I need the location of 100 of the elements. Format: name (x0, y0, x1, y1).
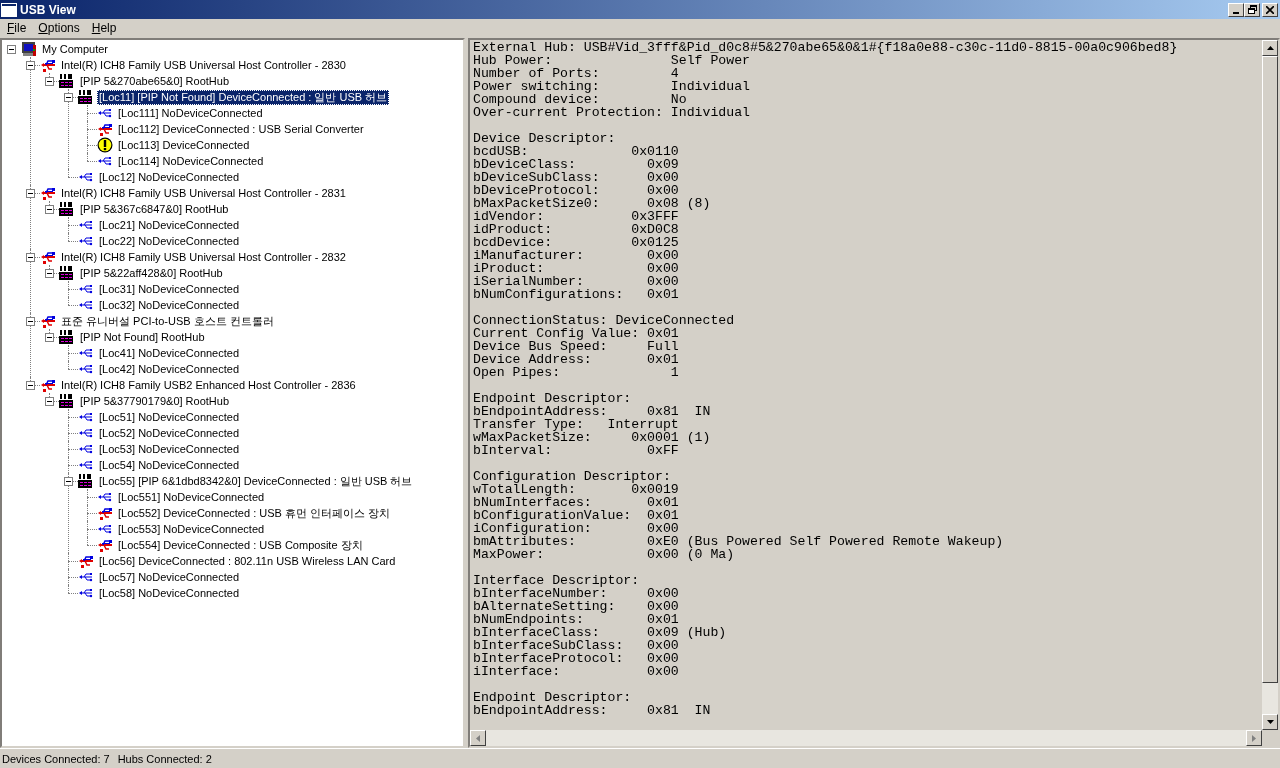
detail-line: Current Config Value: 0x01 (473, 327, 680, 340)
tree-item[interactable]: [Loc111] NoDeviceConnected (116, 105, 265, 121)
detail-line: Configuration Descriptor: (473, 470, 672, 483)
restore-button[interactable] (1244, 2, 1260, 17)
detail-line: iInterface: 0x00 (473, 665, 680, 678)
hub-icon (59, 265, 75, 281)
tree-item[interactable]: [Loc51] NoDeviceConnected (97, 409, 242, 425)
menu-item[interactable]: Options (32, 20, 86, 35)
scrollbar-thumb[interactable] (1262, 56, 1278, 683)
tree-item[interactable]: [Loc58] NoDeviceConnected (97, 585, 242, 601)
hub-icon (78, 473, 94, 489)
detail-line: bmAttributes: 0xE0 (Bus Powered Self Powered Remote Wakeup) (473, 535, 1005, 548)
up-arrow-icon (1266, 46, 1274, 50)
tree-item[interactable]: [PIP 5&270abe65&0] RootHub (78, 73, 232, 89)
collapse-toggle[interactable] (45, 204, 54, 214)
close-button[interactable] (1262, 2, 1278, 17)
detail-line: Transfer Type: Interrupt (473, 418, 680, 431)
detail-line: ConnectionStatus: DeviceConnected (473, 314, 736, 327)
detail-line: bInterfaceSubClass: 0x00 (473, 639, 680, 652)
collapse-toggle[interactable] (45, 76, 54, 86)
tree-item[interactable]: [Loc21] NoDeviceConnected (97, 217, 242, 233)
detail-line: bInterfaceNumber: 0x00 (473, 587, 680, 600)
tree-item[interactable]: [Loc113] DeviceConnected (116, 137, 252, 153)
detail-line: Open Pipes: 1 (473, 366, 680, 379)
collapse-toggle[interactable] (26, 380, 35, 390)
collapse-toggle[interactable] (26, 252, 35, 262)
detail-line: External Hub: USB#Vid_3fff&Pid_d0c8#5&270abe65&0&1#{f18a0e88-c30c-11d0-8815-00a0c906bed8} (473, 41, 1179, 54)
tree-item[interactable]: [PIP 5&367c6847&0] RootHub (78, 201, 231, 217)
tree-item[interactable]: [Loc54] NoDeviceConnected (97, 457, 242, 473)
computer-icon (21, 41, 37, 57)
usb-device-icon (78, 553, 94, 569)
usb-device-icon (40, 57, 56, 73)
detail-line: Hub Power: Self Power (473, 54, 750, 67)
detail-line: Device Bus Speed: Full (473, 340, 680, 353)
collapse-toggle[interactable] (64, 92, 73, 102)
tree-item[interactable]: Intel(R) ICH8 Family USB Universal Host Controller - 2831 (59, 185, 348, 201)
status-text: Hubs Connected: 2 (117, 752, 212, 765)
tree-item[interactable]: [Loc552] DeviceConnected : USB 휴먼 인터페이스 장치 (116, 505, 393, 521)
detail-line: bMaxPacketSize0: 0x08 (8) (473, 197, 712, 210)
tree-item[interactable]: [Loc554] DeviceConnected : USB Composite 장치 (116, 537, 365, 553)
detail-line: Device Descriptor: (473, 132, 617, 145)
collapse-toggle[interactable] (26, 60, 35, 70)
detail-line: iConfiguration: 0x00 (473, 522, 680, 535)
tree-item[interactable]: Intel(R) ICH8 Family USB Universal Host Controller - 2830 (59, 57, 348, 73)
hub-icon (59, 393, 75, 409)
menu-item[interactable]: Help (85, 20, 123, 35)
restore-icon (1247, 5, 1257, 14)
tree-item[interactable]: [Loc57] NoDeviceConnected (97, 569, 242, 585)
tree-item[interactable]: [Loc42] NoDeviceConnected (97, 361, 242, 377)
tree-item[interactable]: [PIP 5&22aff428&0] RootHub (78, 265, 225, 281)
usb-device-icon (97, 121, 113, 137)
detail-line: bInterval: 0xFF (473, 444, 680, 457)
collapse-toggle[interactable] (45, 268, 54, 278)
tree-item[interactable]: [Loc551] NoDeviceConnected (116, 489, 267, 505)
collapse-toggle[interactable] (7, 44, 16, 54)
tree-item[interactable]: [Loc12] NoDeviceConnected (97, 169, 242, 185)
tree-item[interactable]: [Loc22] NoDeviceConnected (97, 233, 242, 249)
tree-item[interactable]: [Loc41] NoDeviceConnected (97, 345, 242, 361)
warning-icon (97, 137, 113, 153)
tree-item[interactable]: Intel(R) ICH8 Family USB2 Enhanced Host Controller - 2836 (59, 377, 358, 393)
tree-item[interactable]: [Loc53] NoDeviceConnected (97, 441, 242, 457)
tree-item[interactable]: [Loc52] NoDeviceConnected (97, 425, 242, 441)
tree-item[interactable]: Intel(R) ICH8 Family USB Universal Host Controller - 2832 (59, 249, 348, 265)
collapse-toggle[interactable] (45, 396, 54, 406)
detail-line: bConfigurationValue: 0x01 (473, 509, 680, 522)
detail-line: bDeviceSubClass: 0x00 (473, 171, 680, 184)
detail-line: Endpoint Descriptor: (473, 691, 633, 704)
tree-item[interactable]: My Computer (40, 41, 111, 57)
scroll-up-button[interactable] (1262, 40, 1278, 56)
tree-item[interactable]: [Loc553] NoDeviceConnected (116, 521, 267, 537)
detail-line: Interface Descriptor: (473, 574, 641, 587)
down-arrow-icon (1266, 720, 1274, 724)
tree-item[interactable]: [Loc31] NoDeviceConnected (97, 281, 242, 297)
collapse-toggle[interactable] (26, 188, 35, 198)
hub-icon (59, 73, 75, 89)
detail-line: iSerialNumber: 0x00 (473, 275, 680, 288)
tree-item[interactable]: [Loc112] DeviceConnected : USB Serial Converter (116, 121, 366, 137)
tree-item[interactable]: [Loc114] NoDeviceConnected (116, 153, 266, 169)
tree-item[interactable]: [PIP Not Found] RootHub (78, 329, 207, 345)
tree-item[interactable]: [PIP 5&37790179&0] RootHub (78, 393, 232, 409)
menu-item[interactable]: File (1, 20, 33, 35)
detail-line: MaxPower: 0x00 (0 Ma) (473, 548, 736, 561)
tree-item[interactable]: [Loc56] DeviceConnected : 802.11n USB Wireless LAN Card (97, 553, 398, 569)
scroll-right-button[interactable] (1246, 730, 1262, 746)
tree-item[interactable]: [Loc55] [PIP 6&1dbd8342&0] DeviceConnected : 일반 USB 허브 (97, 473, 415, 489)
hub-icon (78, 89, 94, 105)
collapse-toggle[interactable] (45, 332, 54, 342)
detail-line: bDeviceProtocol: 0x00 (473, 184, 680, 197)
collapse-toggle[interactable] (64, 476, 73, 486)
tree-item[interactable]: [Loc32] NoDeviceConnected (97, 297, 242, 313)
scroll-left-button[interactable] (470, 730, 486, 746)
tree-item[interactable]: [Loc11] [PIP Not Found] DeviceConnected : 일반 USB 허브 (97, 89, 390, 105)
hub-icon (59, 329, 75, 345)
scroll-down-button[interactable] (1262, 714, 1278, 730)
left-arrow-icon (476, 734, 480, 742)
tree-item[interactable]: 표준 유니버설 PCI-to-USB 호스트 컨트롤러 (59, 313, 276, 329)
window-icon (2, 3, 16, 16)
usb-device-icon (97, 537, 113, 553)
collapse-toggle[interactable] (26, 316, 35, 326)
minimize-button[interactable] (1228, 2, 1244, 17)
